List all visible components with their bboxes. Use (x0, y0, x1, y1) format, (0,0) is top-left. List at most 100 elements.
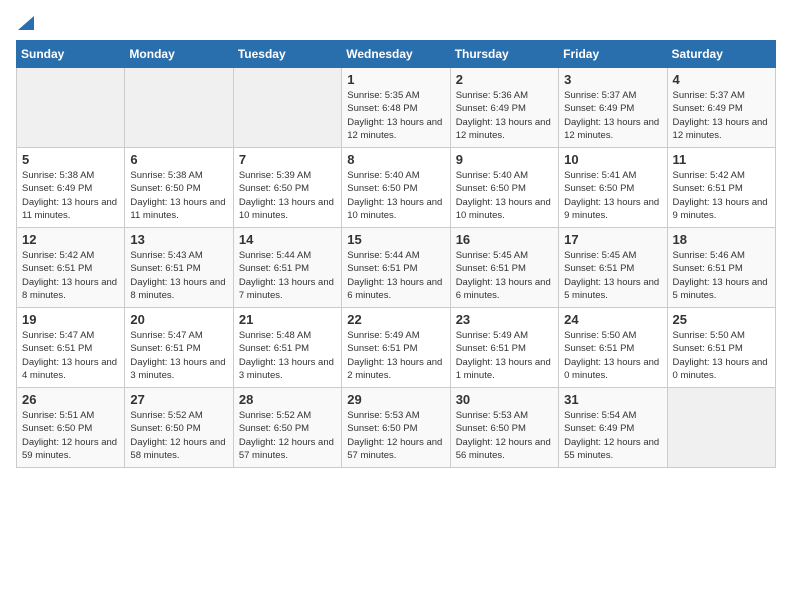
day-info: Sunrise: 5:49 AM Sunset: 6:51 PM Dayligh… (456, 329, 553, 382)
header-friday: Friday (559, 41, 667, 68)
calendar-cell (125, 68, 233, 148)
calendar-cell: 24 Sunrise: 5:50 AM Sunset: 6:51 PM Dayli… (559, 308, 667, 388)
calendar-cell: 25 Sunrise: 5:50 AM Sunset: 6:51 PM Dayli… (667, 308, 775, 388)
day-info: Sunrise: 5:49 AM Sunset: 6:51 PM Dayligh… (347, 329, 444, 382)
calendar-cell: 17 Sunrise: 5:45 AM Sunset: 6:51 PM Dayli… (559, 228, 667, 308)
calendar-header-row: SundayMondayTuesdayWednesdayThursdayFrid… (17, 41, 776, 68)
day-number: 13 (130, 232, 227, 247)
calendar-week-row: 5 Sunrise: 5:38 AM Sunset: 6:49 PM Daylig… (17, 148, 776, 228)
day-number: 26 (22, 392, 119, 407)
calendar-cell: 23 Sunrise: 5:49 AM Sunset: 6:51 PM Dayli… (450, 308, 558, 388)
calendar-table: SundayMondayTuesdayWednesdayThursdayFrid… (16, 40, 776, 468)
logo (16, 16, 34, 30)
calendar-cell: 2 Sunrise: 5:36 AM Sunset: 6:49 PM Daylig… (450, 68, 558, 148)
calendar-cell: 6 Sunrise: 5:38 AM Sunset: 6:50 PM Daylig… (125, 148, 233, 228)
day-info: Sunrise: 5:40 AM Sunset: 6:50 PM Dayligh… (347, 169, 444, 222)
calendar-cell: 28 Sunrise: 5:52 AM Sunset: 6:50 PM Dayli… (233, 388, 341, 468)
day-info: Sunrise: 5:52 AM Sunset: 6:50 PM Dayligh… (239, 409, 336, 462)
day-info: Sunrise: 5:39 AM Sunset: 6:50 PM Dayligh… (239, 169, 336, 222)
header-saturday: Saturday (667, 41, 775, 68)
day-number: 16 (456, 232, 553, 247)
day-info: Sunrise: 5:47 AM Sunset: 6:51 PM Dayligh… (130, 329, 227, 382)
day-info: Sunrise: 5:48 AM Sunset: 6:51 PM Dayligh… (239, 329, 336, 382)
day-info: Sunrise: 5:38 AM Sunset: 6:49 PM Dayligh… (22, 169, 119, 222)
day-number: 30 (456, 392, 553, 407)
day-number: 10 (564, 152, 661, 167)
day-number: 14 (239, 232, 336, 247)
calendar-cell: 1 Sunrise: 5:35 AM Sunset: 6:48 PM Daylig… (342, 68, 450, 148)
calendar-cell: 15 Sunrise: 5:44 AM Sunset: 6:51 PM Dayli… (342, 228, 450, 308)
day-number: 25 (673, 312, 770, 327)
header-tuesday: Tuesday (233, 41, 341, 68)
day-info: Sunrise: 5:51 AM Sunset: 6:50 PM Dayligh… (22, 409, 119, 462)
calendar-cell: 11Sunrise: 5:42 AM Sunset: 6:51 PM Dayli… (667, 148, 775, 228)
day-number: 17 (564, 232, 661, 247)
day-number: 12 (22, 232, 119, 247)
day-number: 6 (130, 152, 227, 167)
calendar-cell: 26 Sunrise: 5:51 AM Sunset: 6:50 PM Dayli… (17, 388, 125, 468)
day-number: 20 (130, 312, 227, 327)
header-monday: Monday (125, 41, 233, 68)
calendar-week-row: 12 Sunrise: 5:42 AM Sunset: 6:51 PM Dayli… (17, 228, 776, 308)
calendar-cell: 20 Sunrise: 5:47 AM Sunset: 6:51 PM Dayli… (125, 308, 233, 388)
calendar-cell: 9Sunrise: 5:40 AM Sunset: 6:50 PM Daylig… (450, 148, 558, 228)
day-info: Sunrise: 5:54 AM Sunset: 6:49 PM Dayligh… (564, 409, 661, 462)
day-number: 2 (456, 72, 553, 87)
day-info: Sunrise: 5:50 AM Sunset: 6:51 PM Dayligh… (564, 329, 661, 382)
calendar-cell (17, 68, 125, 148)
day-info: Sunrise: 5:37 AM Sunset: 6:49 PM Dayligh… (673, 89, 770, 142)
calendar-cell: 13 Sunrise: 5:43 AM Sunset: 6:51 PM Dayli… (125, 228, 233, 308)
day-info: Sunrise: 5:41 AM Sunset: 6:50 PM Dayligh… (564, 169, 661, 222)
day-info: Sunrise: 5:52 AM Sunset: 6:50 PM Dayligh… (130, 409, 227, 462)
day-info: Sunrise: 5:43 AM Sunset: 6:51 PM Dayligh… (130, 249, 227, 302)
calendar-week-row: 26 Sunrise: 5:51 AM Sunset: 6:50 PM Dayli… (17, 388, 776, 468)
day-number: 27 (130, 392, 227, 407)
day-info: Sunrise: 5:47 AM Sunset: 6:51 PM Dayligh… (22, 329, 119, 382)
day-number: 24 (564, 312, 661, 327)
logo-triangle-icon (18, 12, 34, 30)
day-number: 19 (22, 312, 119, 327)
day-number: 15 (347, 232, 444, 247)
calendar-cell (667, 388, 775, 468)
calendar-cell: 3Sunrise: 5:37 AM Sunset: 6:49 PM Daylig… (559, 68, 667, 148)
day-number: 21 (239, 312, 336, 327)
calendar-cell: 19 Sunrise: 5:47 AM Sunset: 6:51 PM Dayli… (17, 308, 125, 388)
calendar-cell: 7Sunrise: 5:39 AM Sunset: 6:50 PM Daylig… (233, 148, 341, 228)
day-number: 11 (673, 152, 770, 167)
calendar-cell: 8 Sunrise: 5:40 AM Sunset: 6:50 PM Daylig… (342, 148, 450, 228)
day-number: 1 (347, 72, 444, 87)
calendar-week-row: 19 Sunrise: 5:47 AM Sunset: 6:51 PM Dayli… (17, 308, 776, 388)
calendar-cell: 29 Sunrise: 5:53 AM Sunset: 6:50 PM Dayli… (342, 388, 450, 468)
header (16, 16, 776, 30)
day-info: Sunrise: 5:38 AM Sunset: 6:50 PM Dayligh… (130, 169, 227, 222)
day-number: 29 (347, 392, 444, 407)
calendar-cell: 4Sunrise: 5:37 AM Sunset: 6:49 PM Daylig… (667, 68, 775, 148)
header-wednesday: Wednesday (342, 41, 450, 68)
day-info: Sunrise: 5:50 AM Sunset: 6:51 PM Dayligh… (673, 329, 770, 382)
day-number: 5 (22, 152, 119, 167)
calendar-week-row: 1 Sunrise: 5:35 AM Sunset: 6:48 PM Daylig… (17, 68, 776, 148)
day-info: Sunrise: 5:53 AM Sunset: 6:50 PM Dayligh… (347, 409, 444, 462)
day-number: 18 (673, 232, 770, 247)
day-info: Sunrise: 5:35 AM Sunset: 6:48 PM Dayligh… (347, 89, 444, 142)
day-number: 8 (347, 152, 444, 167)
calendar-cell: 18Sunrise: 5:46 AM Sunset: 6:51 PM Dayli… (667, 228, 775, 308)
day-info: Sunrise: 5:36 AM Sunset: 6:49 PM Dayligh… (456, 89, 553, 142)
day-info: Sunrise: 5:44 AM Sunset: 6:51 PM Dayligh… (239, 249, 336, 302)
day-number: 28 (239, 392, 336, 407)
calendar-cell: 5 Sunrise: 5:38 AM Sunset: 6:49 PM Daylig… (17, 148, 125, 228)
calendar-cell: 31Sunrise: 5:54 AM Sunset: 6:49 PM Dayli… (559, 388, 667, 468)
calendar-cell: 27 Sunrise: 5:52 AM Sunset: 6:50 PM Dayli… (125, 388, 233, 468)
calendar-cell: 12 Sunrise: 5:42 AM Sunset: 6:51 PM Dayli… (17, 228, 125, 308)
day-info: Sunrise: 5:45 AM Sunset: 6:51 PM Dayligh… (456, 249, 553, 302)
day-info: Sunrise: 5:42 AM Sunset: 6:51 PM Dayligh… (22, 249, 119, 302)
day-info: Sunrise: 5:44 AM Sunset: 6:51 PM Dayligh… (347, 249, 444, 302)
day-number: 23 (456, 312, 553, 327)
day-info: Sunrise: 5:45 AM Sunset: 6:51 PM Dayligh… (564, 249, 661, 302)
day-info: Sunrise: 5:37 AM Sunset: 6:49 PM Dayligh… (564, 89, 661, 142)
day-info: Sunrise: 5:40 AM Sunset: 6:50 PM Dayligh… (456, 169, 553, 222)
calendar-cell: 21 Sunrise: 5:48 AM Sunset: 6:51 PM Dayli… (233, 308, 341, 388)
header-sunday: Sunday (17, 41, 125, 68)
calendar-cell: 10 Sunrise: 5:41 AM Sunset: 6:50 PM Dayli… (559, 148, 667, 228)
day-info: Sunrise: 5:53 AM Sunset: 6:50 PM Dayligh… (456, 409, 553, 462)
